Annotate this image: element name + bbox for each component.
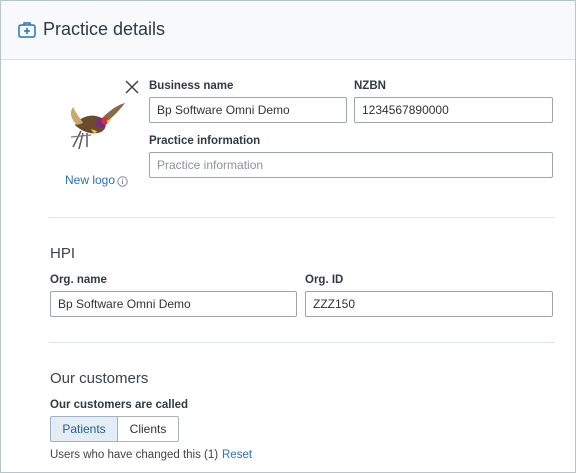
practice-info-field[interactable]: Practice information [149, 152, 553, 178]
new-logo-link[interactable]: New logo [65, 173, 115, 187]
divider [49, 342, 554, 343]
customers-called-label: Our customers are called [50, 399, 189, 411]
practice-details-panel: Practice details New logo Business name [0, 0, 576, 473]
divider [49, 217, 554, 218]
close-icon [125, 80, 139, 94]
reset-link[interactable]: Reset [222, 449, 252, 461]
nzbn-label: NZBN [354, 80, 386, 92]
remove-logo-button[interactable] [123, 78, 141, 96]
changed-users-note: Users who have changed this (1) [50, 449, 219, 461]
customer-term-toggle: Patients Clients [50, 416, 179, 442]
business-name-label: Business name [149, 80, 234, 92]
panel-header: Practice details [1, 1, 575, 60]
org-id-label: Org. ID [305, 274, 344, 286]
nzbn-field[interactable]: 1234567890000 [354, 97, 553, 123]
practice-logo [61, 89, 131, 159]
page-title: Practice details [43, 19, 166, 39]
medical-kit-icon [17, 20, 37, 40]
clients-option-button[interactable]: Clients [118, 416, 179, 442]
customers-section-title: Our customers [50, 370, 149, 387]
patients-option-button[interactable]: Patients [50, 416, 118, 442]
org-id-field[interactable]: ZZZ150 [305, 291, 553, 317]
hpi-section-title: HPI [50, 245, 76, 262]
business-name-field[interactable]: Bp Software Omni Demo [149, 97, 347, 123]
org-name-field[interactable]: Bp Software Omni Demo [50, 291, 297, 317]
org-name-label: Org. name [50, 274, 107, 286]
info-icon[interactable] [117, 174, 128, 187]
practice-info-label: Practice information [149, 135, 261, 147]
